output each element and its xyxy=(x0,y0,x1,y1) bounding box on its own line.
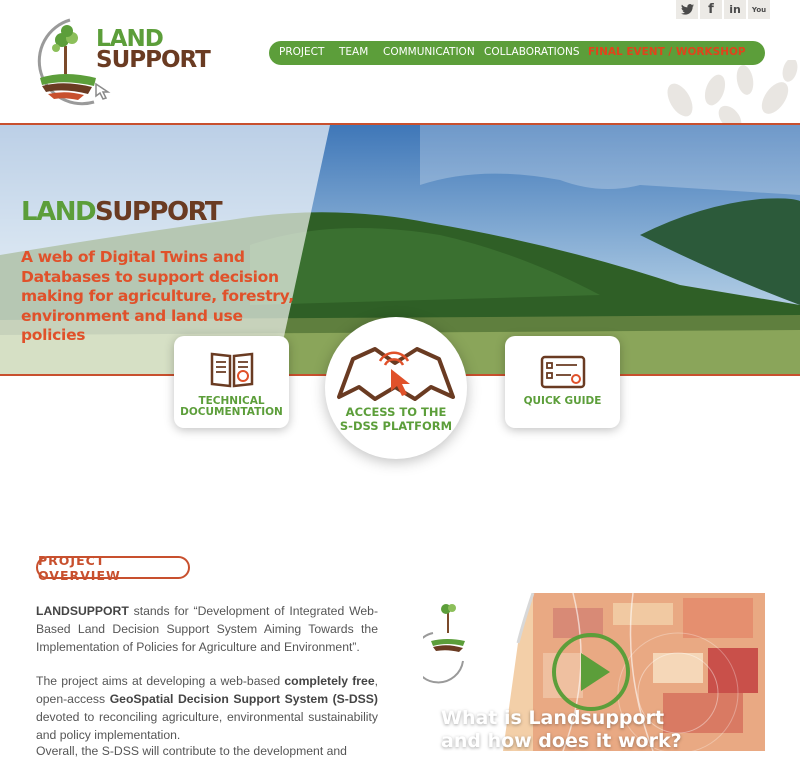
hero-subtitle: A web of Digital Twins and Databases to … xyxy=(21,248,294,344)
nav-collaborations[interactable]: COLLABORATIONS xyxy=(484,46,580,58)
facebook-icon[interactable]: f xyxy=(700,0,722,19)
sdss-platform-label: ACCESS TO THE S-DSS PLATFORM xyxy=(339,405,453,433)
sdss-platform-button[interactable]: ACCESS TO THE S-DSS PLATFORM xyxy=(325,317,467,459)
twitter-icon[interactable] xyxy=(676,0,698,19)
checklist-icon xyxy=(540,355,586,389)
nav-project[interactable]: PROJECT xyxy=(279,46,324,58)
quick-guide-card[interactable]: QUICK GUIDE xyxy=(505,336,620,428)
logo-support: SUPPORT xyxy=(96,47,211,73)
leaf-decoration xyxy=(667,60,798,124)
book-icon xyxy=(210,352,254,388)
technical-documentation-card[interactable]: TECHNICAL DOCUMENTATION xyxy=(174,336,289,428)
nav-team[interactable]: TEAM xyxy=(339,46,368,58)
intro-video[interactable]: What is Landsupport and how does it work? xyxy=(423,593,765,751)
technical-documentation-label: TECHNICAL DOCUMENTATION xyxy=(180,395,283,418)
nav-final-event[interactable]: FINAL EVENT / WORKSHOP xyxy=(588,46,746,58)
nav-communication[interactable]: COMMUNICATION xyxy=(383,46,475,58)
overview-paragraph-3: Overall, the S-DSS will contribute to th… xyxy=(36,744,347,758)
play-icon[interactable] xyxy=(550,631,632,713)
overview-paragraph-2: The project aims at developing a web-bas… xyxy=(36,674,378,742)
project-overview-button[interactable]: PROJECT OVERVIEW xyxy=(36,553,190,583)
video-title: What is Landsupport and how does it work? xyxy=(441,707,682,751)
site-logo[interactable]: LAND SUPPORT xyxy=(34,16,211,108)
youtube-icon[interactable]: You xyxy=(748,0,770,19)
map-hand-icon xyxy=(337,347,455,401)
hero-title: LANDSUPPORT xyxy=(21,197,223,227)
linkedin-icon[interactable]: in xyxy=(724,0,746,19)
social-links: f in You xyxy=(676,0,772,19)
quick-guide-label: QUICK GUIDE xyxy=(523,395,602,407)
overview-paragraph-1: LANDSUPPORT stands for “Development of I… xyxy=(36,604,378,654)
